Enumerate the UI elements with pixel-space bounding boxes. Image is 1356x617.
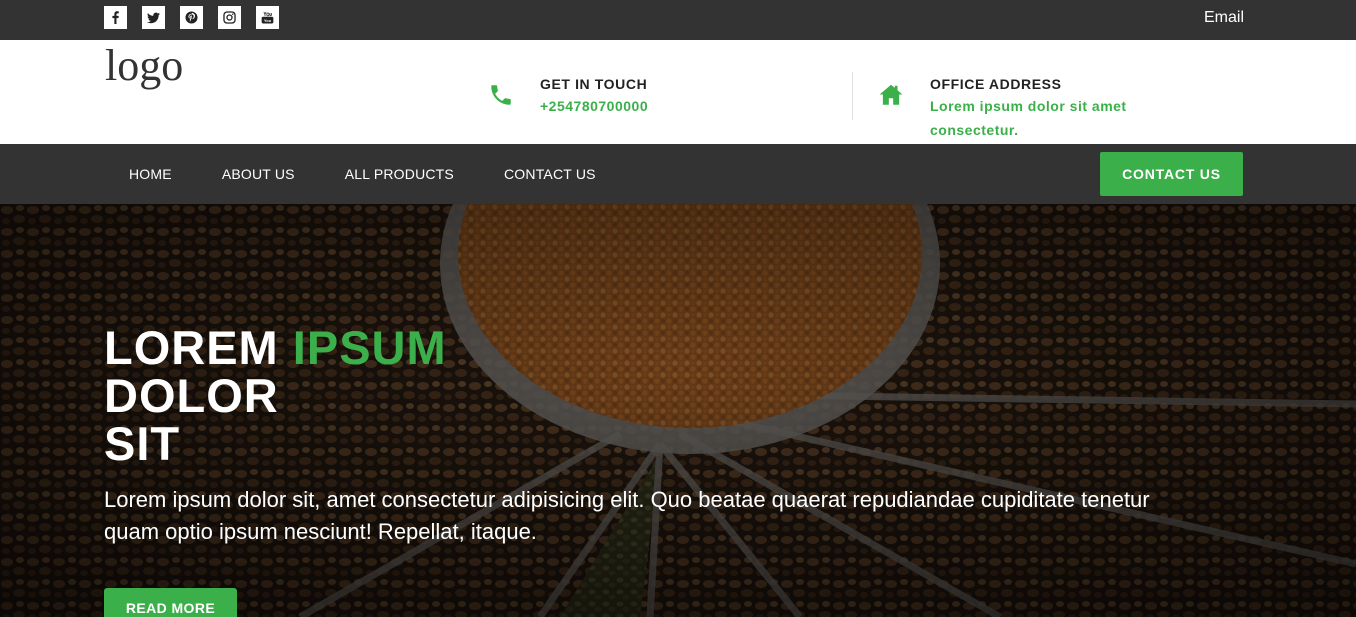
nav-item-contact-us[interactable]: CONTACT US (504, 166, 596, 182)
logo[interactable]: logo (105, 40, 183, 92)
contact-us-button[interactable]: CONTACT US (1100, 152, 1243, 196)
svg-text:You: You (264, 18, 272, 23)
main-nav: HOME ABOUT US ALL PRODUCTS CONTACT US CO… (0, 144, 1356, 204)
facebook-link[interactable] (104, 6, 127, 29)
youtube-link[interactable]: You (256, 6, 279, 29)
twitter-icon (147, 11, 160, 24)
top-bar: You Email (0, 0, 1356, 40)
office-title: OFFICE ADDRESS (930, 76, 1062, 92)
facebook-icon (109, 11, 122, 24)
instagram-icon (223, 11, 236, 24)
hero-title-line2: DOLOR (104, 369, 279, 422)
read-more-button[interactable]: READ MORE (104, 588, 237, 617)
hero-description: Lorem ipsum dolor sit, amet consectetur … (104, 487, 1150, 544)
home-icon (878, 82, 904, 108)
hero-title-accent: IPSUM (292, 321, 447, 374)
office-address-line1: Lorem ipsum dolor sit amet (930, 98, 1127, 114)
youtube-icon: You (261, 11, 274, 24)
contact-phone[interactable]: +254780700000 (540, 94, 648, 118)
site-header: logo GET IN TOUCH +254780700000 OFFICE A… (0, 40, 1356, 144)
pinterest-link[interactable] (180, 6, 203, 29)
nav-links: HOME ABOUT US ALL PRODUCTS CONTACT US (104, 144, 621, 204)
hero-title-word1: LOREM (104, 321, 279, 374)
social-links: You (104, 6, 279, 29)
pinterest-icon (185, 11, 198, 24)
instagram-link[interactable] (218, 6, 241, 29)
contact-info: GET IN TOUCH +254780700000 (488, 74, 648, 118)
nav-item-about-us[interactable]: ABOUT US (222, 166, 295, 182)
nav-item-home[interactable]: HOME (129, 166, 172, 182)
phone-icon (488, 82, 514, 108)
hero-section: LOREM IPSUM DOLOR SIT Lorem ipsum dolor … (0, 204, 1356, 617)
hero-title-line3: SIT (104, 417, 181, 470)
office-info: OFFICE ADDRESS Lorem ipsum dolor sit ame… (878, 74, 1127, 142)
header-divider (852, 72, 853, 120)
office-address-line2: consectetur. (930, 122, 1019, 138)
contact-title: GET IN TOUCH (540, 76, 648, 92)
email-link[interactable]: Email (1204, 9, 1244, 27)
nav-item-all-products[interactable]: ALL PRODUCTS (345, 166, 454, 182)
hero-heading: LOREM IPSUM DOLOR SIT (104, 324, 447, 468)
twitter-link[interactable] (142, 6, 165, 29)
